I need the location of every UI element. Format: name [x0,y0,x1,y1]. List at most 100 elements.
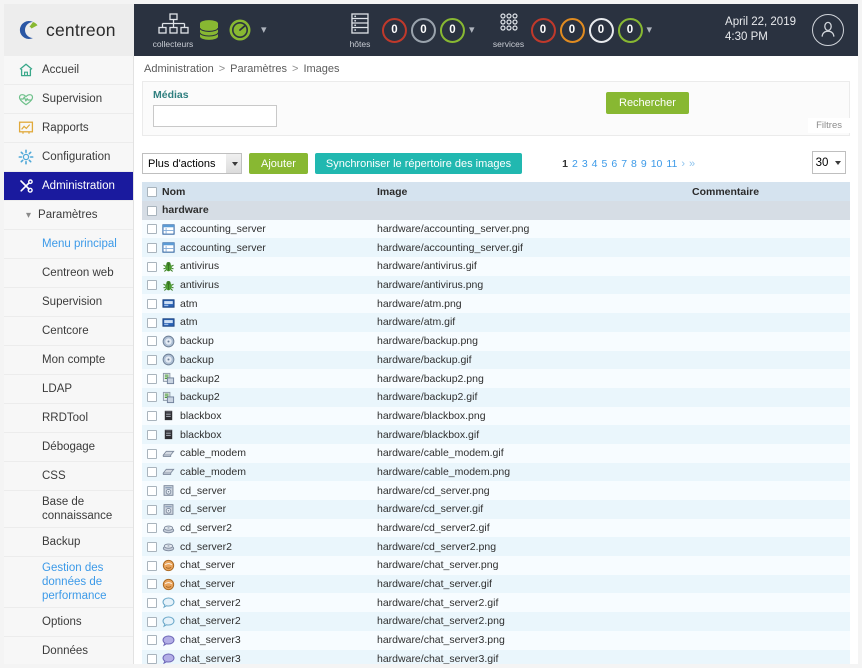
row-name-label[interactable]: accounting_server [180,242,266,254]
row-checkbox[interactable] [147,430,157,440]
row-name-label[interactable]: antivirus [180,279,219,291]
row-checkbox[interactable] [147,598,157,608]
row-checkbox[interactable] [147,579,157,589]
hosts-down-count[interactable]: 0 [382,18,407,43]
row-name-label[interactable]: backup2 [180,391,220,403]
group-checkbox[interactable] [147,206,157,216]
sidebar-item-supervision[interactable]: Supervision [4,85,133,114]
row-name-label[interactable]: blackbox [180,429,221,441]
row-checkbox[interactable] [147,654,157,664]
row-checkbox[interactable] [147,467,157,477]
row-checkbox[interactable] [147,374,157,384]
sidebar-item-centcore[interactable]: Centcore [4,317,133,346]
breadcrumb-item-images[interactable]: Images [303,63,339,75]
filters-tab[interactable]: Filtres [808,118,850,133]
sidebar-item-administration[interactable]: Administration [4,172,133,201]
hosts-up-count[interactable]: 0 [440,18,465,43]
per-page-select[interactable]: 30 [812,151,846,174]
row-checkbox[interactable] [147,411,157,421]
services-unknown-count[interactable]: 0 [589,18,614,43]
row-checkbox[interactable] [147,224,157,234]
page-link-3[interactable]: 3 [582,158,588,170]
row-checkbox[interactable] [147,262,157,272]
row-name-label[interactable]: cd_server [180,503,226,515]
column-header-commentaire[interactable]: Commentaire [692,182,850,201]
poller-chevron-down-icon[interactable]: ▾ [261,25,267,36]
sidebar-item-supervision-sub[interactable]: Supervision [4,288,133,317]
row-name-label[interactable]: accounting_server [180,223,266,235]
row-name-label[interactable]: cable_modem [180,447,246,459]
row-checkbox[interactable] [147,561,157,571]
sidebar-item-rapports[interactable]: Rapports [4,114,133,143]
sync-images-directory-button[interactable]: Synchroniser le répertoire des images [315,153,522,174]
sidebar-item-configuration[interactable]: Configuration [4,143,133,172]
row-checkbox[interactable] [147,299,157,309]
sidebar-item-gestion-donnees-performance[interactable]: Gestion des données de performance [4,557,133,608]
row-name-label[interactable]: cable_modem [180,466,246,478]
row-checkbox[interactable] [147,486,157,496]
row-name-label[interactable]: blackbox [180,410,221,422]
brand-logo-area[interactable]: centreon [4,4,134,56]
row-name-label[interactable]: backup [180,335,214,347]
row-checkbox[interactable] [147,336,157,346]
sidebar-item-mon-compte[interactable]: Mon compte [4,346,133,375]
hosts-chevron-down-icon[interactable]: ▾ [469,25,475,36]
row-name-label[interactable]: chat_server2 [180,615,241,627]
row-checkbox[interactable] [147,392,157,402]
page-link-8[interactable]: 8 [631,158,637,170]
sidebar-item-centreon-web[interactable]: Centreon web [4,259,133,288]
row-checkbox[interactable] [147,318,157,328]
more-actions-select[interactable]: Plus d'actions [142,153,242,174]
page-link-9[interactable]: 9 [641,158,647,170]
add-button[interactable]: Ajouter [249,153,308,174]
row-name-label[interactable]: antivirus [180,260,219,272]
page-link-7[interactable]: 7 [621,158,627,170]
services-critical-count[interactable]: 0 [531,18,556,43]
last-page-icon[interactable]: » [689,158,695,170]
services-warning-count[interactable]: 0 [560,18,585,43]
services-chevron-down-icon[interactable]: ▾ [647,25,653,36]
page-link-11[interactable]: 11 [666,158,677,170]
sidebar-section-parametres[interactable]: ▾ Paramètres [4,201,133,230]
page-link-5[interactable]: 5 [602,158,608,170]
row-checkbox[interactable] [147,505,157,515]
sidebar-item-menu-principal[interactable]: Menu principal [4,230,133,259]
row-name-label[interactable]: chat_server [180,578,235,590]
row-name-label[interactable]: atm [180,316,198,328]
page-link-1[interactable]: 1 [562,158,568,170]
row-name-label[interactable]: backup [180,354,214,366]
breadcrumb-item-administration[interactable]: Administration [144,63,214,75]
row-checkbox[interactable] [147,523,157,533]
row-name-label[interactable]: atm [180,298,198,310]
row-name-label[interactable]: chat_server3 [180,634,241,646]
sidebar-item-base-de-connaissance[interactable]: Base de connaissance [4,491,133,528]
row-name-label[interactable]: cd_server2 [180,522,232,534]
sidebar-item-options[interactable]: Options [4,608,133,637]
sidebar-item-accueil[interactable]: Accueil [4,56,133,85]
row-checkbox[interactable] [147,449,157,459]
sidebar-item-donnees[interactable]: Données [4,637,133,664]
row-checkbox[interactable] [147,280,157,290]
column-header-image[interactable]: Image [377,182,692,201]
sidebar-item-ldap[interactable]: LDAP [4,375,133,404]
page-link-10[interactable]: 10 [651,158,663,170]
column-header-nom[interactable]: Nom [162,182,377,201]
search-button[interactable]: Rechercher [606,92,689,114]
row-checkbox[interactable] [147,635,157,645]
row-name-label[interactable]: cd_server2 [180,541,232,553]
page-link-4[interactable]: 4 [592,158,598,170]
services-ok-count[interactable]: 0 [618,18,643,43]
hosts-unreachable-count[interactable]: 0 [411,18,436,43]
user-avatar[interactable] [812,14,844,46]
page-link-6[interactable]: 6 [611,158,617,170]
row-name-label[interactable]: backup2 [180,373,220,385]
medias-search-input[interactable] [153,105,277,127]
sidebar-item-debogage[interactable]: Débogage [4,433,133,462]
next-page-icon[interactable]: › [681,158,685,170]
row-name-label[interactable]: cd_server [180,485,226,497]
row-name-label[interactable]: chat_server [180,559,235,571]
row-name-label[interactable]: chat_server2 [180,597,241,609]
row-checkbox[interactable] [147,542,157,552]
poller-status-group[interactable]: collecteurs ▾ [134,12,267,48]
sidebar-item-backup[interactable]: Backup [4,528,133,557]
